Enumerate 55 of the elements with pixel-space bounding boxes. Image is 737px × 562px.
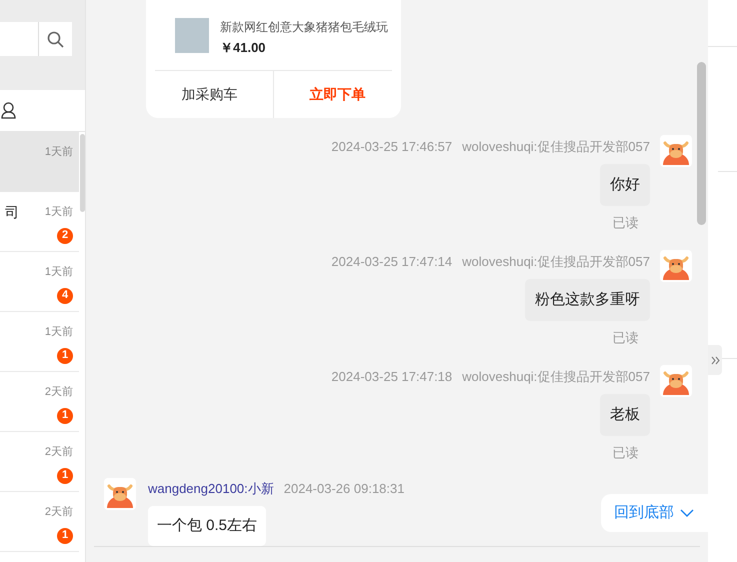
time-label: 1天前: [44, 325, 73, 340]
conversation-item[interactable]: 2天前 1: [0, 492, 79, 552]
scrollbar-thumb[interactable]: [697, 62, 706, 225]
unread-badge: 2: [57, 228, 73, 244]
time-label: 2天前: [44, 385, 73, 400]
sender-name: woloveshuqi:促佳搜品开发部057: [462, 368, 650, 386]
message-bubble: 你好: [600, 164, 650, 206]
person-icon[interactable]: [1, 102, 16, 119]
sender-name: wangdeng20100:小新: [148, 480, 274, 498]
conversation-item[interactable]: 司 1天前 2: [0, 192, 79, 252]
message-time: 2024-03-25 17:46:57: [331, 138, 452, 156]
message-time: 2024-03-25 17:47:18: [331, 368, 452, 386]
back-to-bottom-button[interactable]: 回到底部: [601, 494, 711, 532]
contact-name: 司: [5, 203, 19, 222]
time-label: 1天前: [44, 205, 73, 220]
time-label: 1天前: [44, 265, 73, 280]
read-status: 已读: [612, 214, 640, 232]
search-icon: [47, 30, 64, 48]
order-now-button[interactable]: 立即下单: [274, 70, 401, 118]
read-status: 已读: [612, 329, 640, 347]
message-bubble: 一个包 0.5左右: [148, 506, 266, 546]
double-chevron-icon: [710, 356, 720, 364]
conversation-item[interactable]: 1天前 4: [0, 252, 79, 312]
message-bubble: 粉色这款多重呀: [525, 279, 650, 321]
conversation-item[interactable]: 1天前: [0, 132, 79, 192]
conversation-item[interactable]: 1天前 1: [0, 312, 79, 372]
chevron-down-icon: [680, 509, 694, 517]
product-name: 新款网红创意大象猪猪包毛绒玩: [220, 19, 388, 36]
unread-badge: 1: [57, 348, 73, 364]
time-label: 1天前: [44, 145, 73, 160]
time-label: 2天前: [44, 445, 73, 460]
message-bubble: 老板: [600, 394, 650, 436]
read-status: 已读: [612, 444, 640, 462]
avatar-icon: [660, 364, 692, 396]
sender-name: woloveshuqi:促佳搜品开发部057: [462, 252, 650, 271]
message-time: 2024-03-26 09:18:31: [284, 480, 404, 498]
conversation-item[interactable]: 2天前 1: [0, 372, 79, 432]
unread-badge: 4: [57, 288, 73, 304]
conversation-item[interactable]: 2天前 1: [0, 432, 79, 492]
product-price: ￥41.00: [220, 39, 267, 57]
avatar-icon: [660, 134, 692, 166]
unread-badge: 1: [57, 408, 73, 424]
sender-name: woloveshuqi:促佳搜品开发部057: [462, 138, 650, 156]
expand-button[interactable]: [708, 345, 722, 375]
avatar-icon: [660, 250, 692, 282]
time-label: 2天前: [44, 505, 73, 520]
add-to-cart-button[interactable]: 加采购车: [146, 70, 274, 118]
message-time: 2024-03-25 17:47:14: [331, 252, 452, 270]
search-button[interactable]: [38, 22, 72, 56]
scrollbar-thumb[interactable]: [80, 134, 85, 212]
unread-badge: 1: [57, 468, 73, 484]
unread-badge: 1: [57, 528, 73, 544]
search-field[interactable]: [0, 22, 38, 56]
avatar-icon: [104, 478, 136, 510]
photo-placeholder: [175, 18, 209, 53]
